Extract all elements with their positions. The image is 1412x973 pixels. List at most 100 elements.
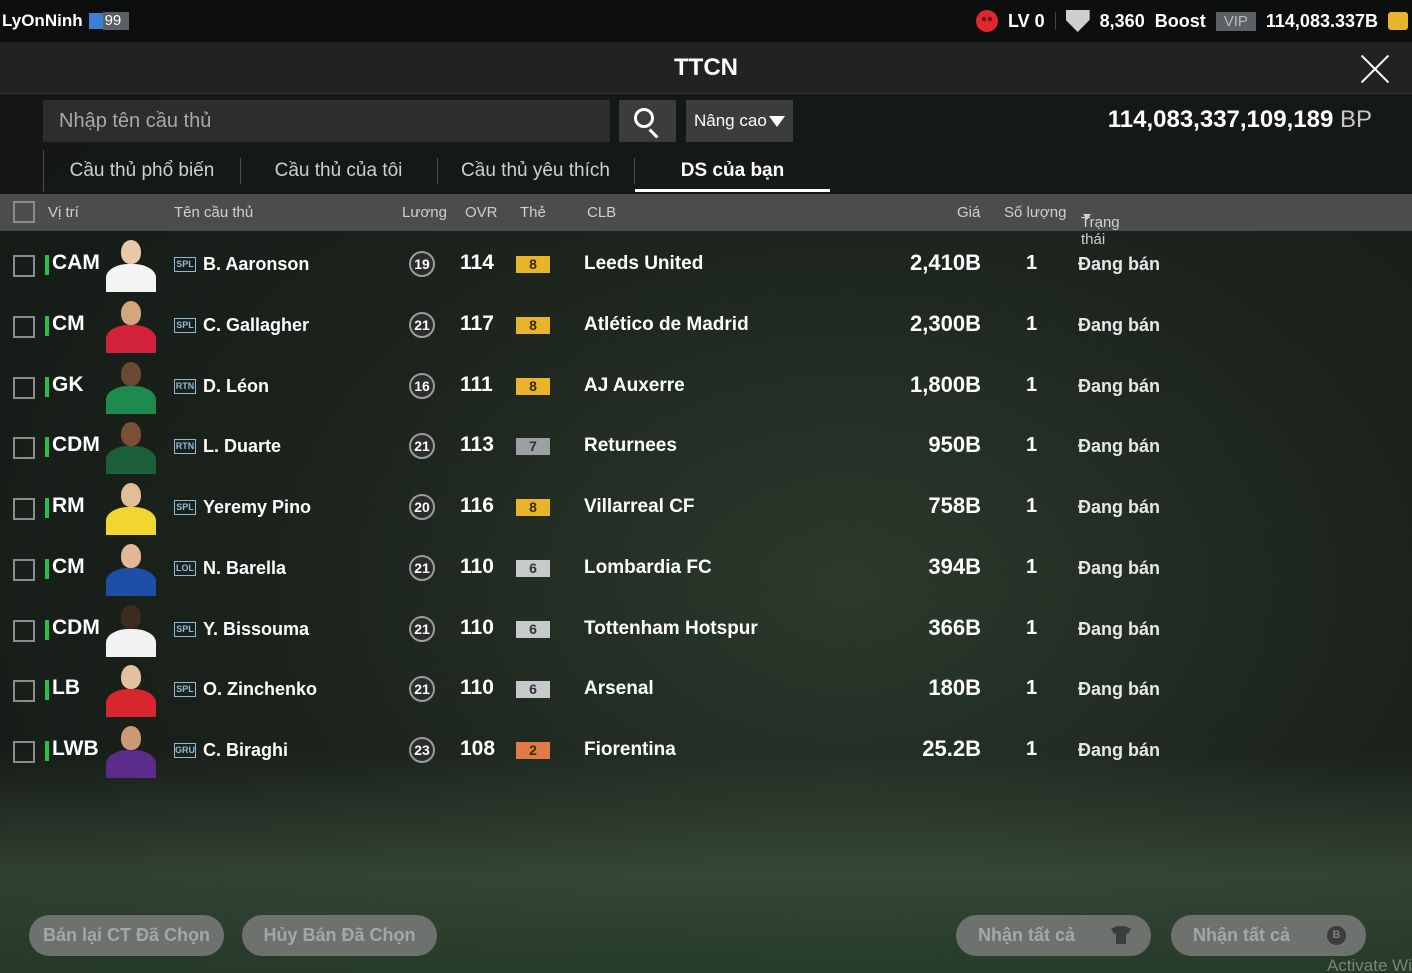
select-all-checkbox[interactable] — [13, 201, 35, 223]
player-position: LB — [52, 676, 80, 700]
search-input[interactable] — [43, 100, 610, 142]
player-ovr: 108 — [460, 737, 496, 760]
boost-label[interactable]: Boost — [1155, 11, 1206, 32]
player-ovr: 110 — [460, 554, 494, 578]
vip-badge[interactable]: VIP — [1215, 11, 1256, 31]
player-name[interactable]: Yeremy Pino — [203, 497, 311, 518]
season-badge-icon: RTN — [174, 378, 196, 394]
table-row[interactable]: LWB GRU C. Biraghi 23 108 2 Fiorentina 2… — [0, 719, 1412, 780]
player-price: 2,410B — [910, 250, 981, 275]
sad-face-icon — [975, 10, 998, 32]
player-name[interactable]: B. Aaronson — [203, 254, 309, 275]
season-badge-icon: SPL — [174, 682, 196, 698]
player-position: CDM — [52, 615, 100, 639]
player-avatar[interactable] — [104, 542, 158, 596]
player-name[interactable]: D. Léon — [203, 376, 269, 397]
player-price: 180B — [928, 675, 981, 701]
card-level-badge: 6 — [516, 681, 550, 699]
row-checkbox[interactable] — [13, 558, 35, 581]
row-checkbox[interactable] — [13, 619, 35, 642]
row-checkbox[interactable] — [13, 741, 35, 763]
card-level-badge: 8 — [516, 377, 550, 395]
header-name: Tên cầu thủ — [174, 204, 254, 221]
table-row[interactable]: RM SPL Yeremy Pino 20 116 8 Villarreal C… — [0, 476, 1412, 537]
row-checkbox[interactable] — [13, 376, 35, 399]
season-badge-icon: SPL — [174, 621, 196, 637]
player-quantity: 1 — [1026, 616, 1038, 639]
season-badge-icon: RTN — [174, 439, 196, 455]
row-checkbox[interactable] — [13, 315, 35, 338]
player-avatar[interactable] — [104, 663, 158, 718]
claim-all-players-button[interactable]: Nhận tất cả — [956, 915, 1151, 956]
card-level-badge: 2 — [516, 742, 550, 759]
table-row[interactable]: CM SPL C. Gallagher 21 117 8 Atlético de… — [0, 294, 1412, 355]
table-header: Vị trí Tên cầu thủ Lương OVR Thẻ CLB Giá… — [0, 194, 1412, 248]
chevron-down-icon — [769, 116, 785, 127]
coin-icon — [1388, 12, 1408, 30]
player-name[interactable]: C. Gallagher — [203, 315, 309, 336]
player-name[interactable]: L. Duarte — [203, 436, 281, 457]
player-name[interactable]: Y. Bissouma — [203, 619, 309, 640]
row-checkbox[interactable] — [13, 498, 35, 520]
position-indicator — [45, 498, 49, 518]
salary-badge: 21 — [409, 433, 435, 460]
player-avatar[interactable] — [104, 299, 158, 353]
shield-icon — [1065, 10, 1090, 32]
username: LyOnNinh — [2, 11, 83, 30]
table-row[interactable]: CDM SPL Y. Bissouma 21 110 6 Tottenham H… — [0, 598, 1412, 659]
player-name[interactable]: O. Zinchenko — [203, 679, 317, 700]
player-club: AJ Auxerre — [584, 374, 685, 396]
position-indicator — [45, 437, 49, 458]
player-club: Tottenham Hotspur — [584, 617, 758, 639]
table-row[interactable]: CAM SPL B. Aaronson 19 114 8 Leeds Unite… — [0, 233, 1412, 294]
tab-my-players[interactable]: Cầu thủ của tôi — [240, 150, 437, 192]
tab-your-list[interactable]: DS của bạn — [634, 150, 831, 192]
claim-all-bp-button[interactable]: Nhận tất cả B — [1171, 915, 1366, 956]
player-price: 950B — [928, 432, 981, 458]
shirt-icon — [1111, 926, 1131, 944]
user-info[interactable]: LyOnNinh 99 — [2, 11, 130, 31]
player-club: Villarreal CF — [584, 496, 695, 517]
table-row[interactable]: GK RTN D. Léon 16 111 8 AJ Auxerre 1,800… — [0, 355, 1412, 416]
player-avatar[interactable] — [104, 724, 158, 778]
tab-favorite-players[interactable]: Cầu thủ yêu thích — [437, 150, 634, 192]
salary-badge: 21 — [409, 615, 435, 642]
player-avatar[interactable] — [104, 420, 158, 475]
player-position: CM — [52, 311, 85, 335]
lv-label: LV 0 — [1007, 10, 1045, 31]
player-club: Atlético de Madrid — [584, 313, 749, 335]
sale-status: Đang bán — [1078, 254, 1161, 274]
advanced-dropdown[interactable]: Nâng cao — [686, 100, 793, 142]
player-avatar[interactable] — [104, 360, 158, 414]
player-club: Lombardia FC — [584, 556, 712, 578]
sale-status: Đang bán — [1078, 557, 1161, 578]
search-button[interactable] — [619, 100, 676, 142]
row-checkbox[interactable] — [13, 255, 35, 277]
player-avatar[interactable] — [104, 238, 158, 292]
table-row[interactable]: LB SPL O. Zinchenko 21 110 6 Arsenal 180… — [0, 658, 1412, 719]
search-icon — [634, 108, 654, 128]
player-quantity: 1 — [1026, 738, 1038, 760]
status-bar: LyOnNinh 99 LV 0 8,360 Boost VIP 114,083… — [0, 0, 1412, 42]
cancel-sale-selected-button[interactable]: Hủy Bán Đã Chọn — [242, 915, 437, 956]
coin-balance: 114,083.337B — [1265, 10, 1378, 31]
claim-all-bp-label: Nhận tất cả — [1193, 925, 1291, 945]
player-name[interactable]: C. Biraghi — [203, 740, 288, 761]
tab-bar: Cầu thủ phổ biến Cầu thủ của tôi Cầu thủ… — [43, 150, 831, 192]
table-row[interactable]: CM LOL N. Barella 21 110 6 Lombardia FC … — [0, 537, 1412, 598]
row-checkbox[interactable] — [13, 437, 35, 460]
player-avatar[interactable] — [104, 603, 158, 657]
card-level-badge: 8 — [516, 256, 550, 273]
row-checkbox[interactable] — [13, 680, 35, 703]
player-price: 394B — [928, 553, 981, 579]
resell-selected-button[interactable]: Bán lại CT Đã Chọn — [29, 915, 224, 956]
claim-all-players-label: Nhận tất cả — [978, 925, 1076, 945]
tab-popular-players[interactable]: Cầu thủ phổ biến — [43, 150, 240, 192]
player-avatar[interactable] — [104, 481, 158, 535]
title-bar: TTCN — [0, 42, 1412, 94]
player-quantity: 1 — [1026, 373, 1038, 396]
player-name[interactable]: N. Barella — [203, 558, 286, 579]
close-icon[interactable] — [1360, 54, 1390, 84]
table-row[interactable]: CDM RTN L. Duarte 21 113 7 Returnees 950… — [0, 415, 1412, 476]
level-flag-icon — [88, 13, 103, 29]
